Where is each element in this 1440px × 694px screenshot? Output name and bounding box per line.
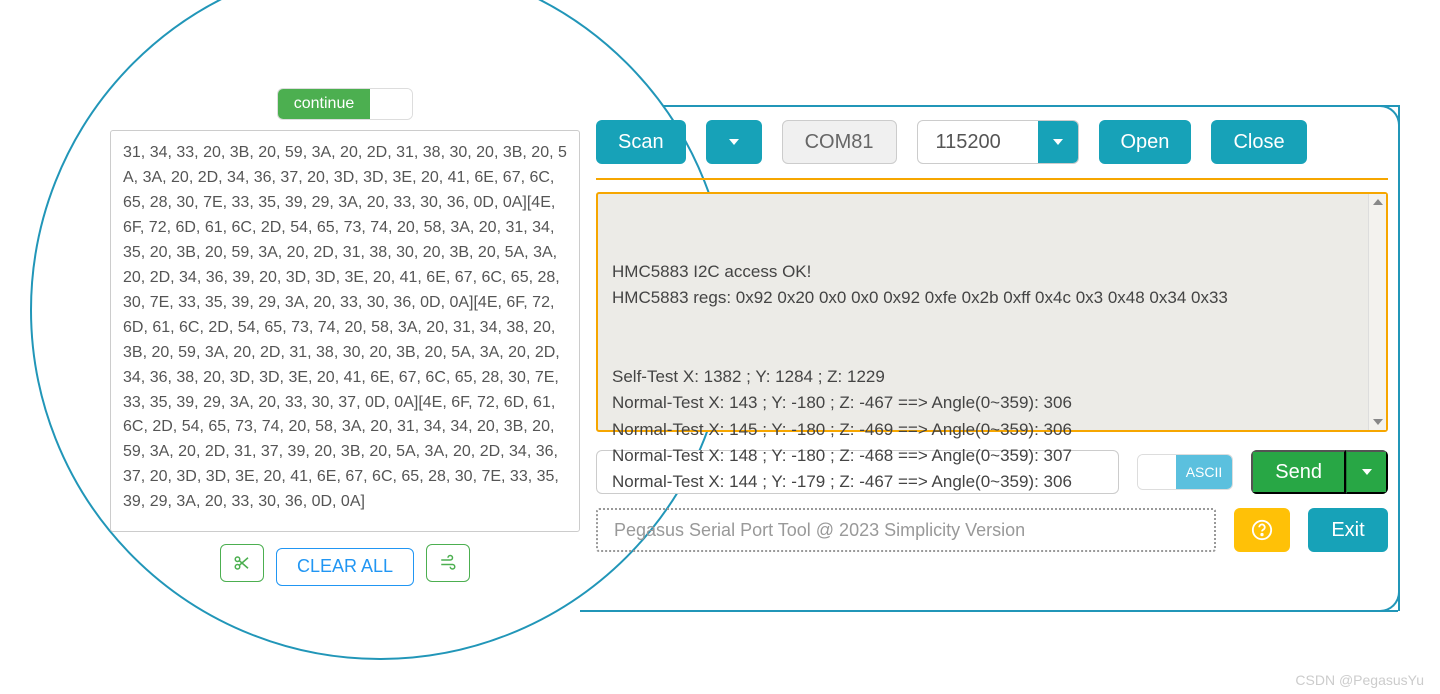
watermark: CSDN @PegasusYu <box>1295 672 1424 688</box>
continue-toggle-row: continue <box>110 88 580 120</box>
console-text: HMC5883 I2C access OK! HMC5883 regs: 0x9… <box>612 259 1372 496</box>
hex-panel: continue 31, 34, 33, 20, 3B, 20, 59, 3A,… <box>110 88 580 586</box>
open-button[interactable]: Open <box>1099 120 1192 164</box>
frame-line-bottom <box>580 610 1398 612</box>
chevron-down-icon <box>1053 139 1063 145</box>
wind-icon <box>439 554 457 572</box>
toolbar-divider <box>596 178 1388 180</box>
continue-toggle[interactable]: continue <box>277 88 414 120</box>
clear-all-button[interactable]: CLEAR ALL <box>276 548 414 586</box>
toolbar: Scan COM81 115200 Open Close <box>596 120 1388 164</box>
baud-rate-value: 115200 <box>918 121 1038 163</box>
frame-line-top <box>580 105 1398 107</box>
scissors-icon <box>233 554 251 572</box>
serial-panel: Scan COM81 115200 Open Close HMC5883 I2C… <box>596 120 1388 552</box>
hex-dump-output[interactable]: 31, 34, 33, 20, 3B, 20, 59, 3A, 20, 2D, … <box>110 130 580 532</box>
continue-toggle-track <box>370 89 412 119</box>
com-port-field[interactable]: COM81 <box>782 120 897 164</box>
baud-rate-select[interactable]: 115200 <box>917 120 1079 164</box>
scan-button[interactable]: Scan <box>596 120 686 164</box>
scroll-down-icon <box>1373 419 1383 425</box>
close-button[interactable]: Close <box>1211 120 1306 164</box>
wind-button[interactable] <box>426 544 470 582</box>
continue-toggle-label: continue <box>278 89 371 119</box>
frame-line-right <box>1398 105 1400 611</box>
scroll-up-icon <box>1373 199 1383 205</box>
hex-actions: CLEAR ALL <box>110 544 580 586</box>
scissors-button[interactable] <box>220 544 264 582</box>
baud-rate-dropdown[interactable] <box>1038 121 1078 163</box>
com-port-value: COM81 <box>805 131 874 154</box>
serial-console[interactable]: HMC5883 I2C access OK! HMC5883 regs: 0x9… <box>596 192 1388 432</box>
chevron-down-icon <box>729 139 739 145</box>
frame-corner-br <box>1380 592 1400 612</box>
scan-dropdown-button[interactable] <box>706 120 762 164</box>
console-scrollbar[interactable] <box>1368 194 1386 430</box>
